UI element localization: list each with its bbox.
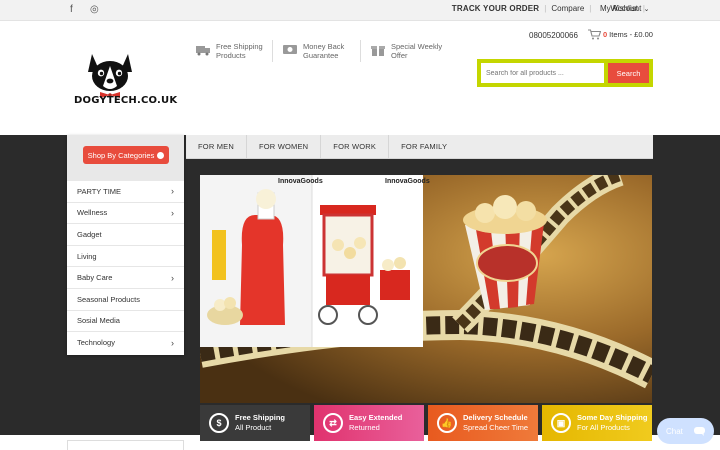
strip-free-shipping[interactable]: $ Free Shipping All Product bbox=[200, 405, 310, 441]
top-bar: f ◎ TRACK YOUR ORDER | Compare | Wishlis… bbox=[0, 0, 720, 21]
chevron-right-icon: › bbox=[171, 272, 174, 283]
strip-same-day-shipping[interactable]: ▣ Some Day Shipping For All Products bbox=[542, 405, 652, 441]
divider bbox=[272, 40, 273, 62]
strip-subtitle: Spread Cheer Time bbox=[463, 423, 529, 432]
toggle-icon bbox=[157, 151, 165, 159]
sidebar-item-technology[interactable]: Technology › bbox=[67, 332, 184, 354]
divider: | bbox=[544, 4, 547, 13]
brand-label: InnovaGoods bbox=[278, 178, 323, 185]
shop-by-categories-label: Shop By Categories bbox=[87, 150, 155, 160]
sidebar-item-label: Wellness bbox=[77, 208, 108, 218]
phone-number[interactable]: 08005200066 bbox=[529, 31, 578, 40]
promo-image: InnovaGoods InnovaGoods bbox=[200, 175, 430, 347]
brand-label: InnovaGoods bbox=[385, 178, 430, 185]
sidebar-item-living[interactable]: Living bbox=[67, 246, 184, 268]
chevron-right-icon: › bbox=[171, 337, 174, 348]
feature-weekly-offer: Special Weekly Offer bbox=[371, 42, 442, 60]
feature-line: Offer bbox=[391, 51, 408, 60]
nav-for-work[interactable]: FOR WORK bbox=[321, 134, 390, 159]
nav-for-women[interactable]: FOR WOMEN bbox=[247, 134, 322, 159]
strip-title: Free Shipping bbox=[235, 413, 286, 422]
sidebar-item-gadget[interactable]: Gadget bbox=[67, 224, 184, 246]
sidebar-item-label: Gadget bbox=[77, 229, 102, 239]
feature-money-back: Money Back Guarantee bbox=[283, 42, 344, 60]
chat-label: Chat bbox=[666, 426, 683, 436]
strip-delivery-schedule[interactable]: 👍 Delivery Schedule Spread Cheer Time bbox=[428, 405, 538, 441]
cart-icon bbox=[588, 29, 601, 40]
divider bbox=[360, 40, 361, 62]
cart-summary: Items - £0.00 bbox=[609, 30, 653, 39]
gift-icon bbox=[371, 46, 385, 56]
my-account-menu[interactable]: My Account ⌄ bbox=[600, 4, 649, 13]
divider: | bbox=[589, 4, 592, 13]
strip-title: Delivery Schedule bbox=[463, 413, 528, 422]
sidebar-item-label: Sosial Media bbox=[77, 316, 120, 326]
strip-subtitle: All Product bbox=[235, 423, 272, 432]
hero-banner[interactable]: InnovaGoods InnovaGoods bbox=[200, 175, 652, 403]
feature-line: Products bbox=[216, 51, 246, 60]
category-sidebar: Shop By Categories PARTY TIME › Wellness ›… bbox=[67, 135, 184, 355]
strip-easy-extended[interactable]: ⇄ Easy Extended Returned bbox=[314, 405, 424, 441]
instagram-icon[interactable]: ◎ bbox=[90, 4, 99, 15]
sidebar-item-baby-care[interactable]: Baby Care › bbox=[67, 267, 184, 289]
return-icon: ⇄ bbox=[323, 413, 343, 433]
chevron-right-icon: › bbox=[171, 207, 174, 218]
chevron-down-icon: ⌄ bbox=[643, 6, 650, 13]
nav-for-men[interactable]: FOR MEN bbox=[186, 134, 247, 159]
sidebar-header: Shop By Categories bbox=[67, 135, 184, 181]
brand-name[interactable]: DOGYTECH.CO.UK bbox=[74, 95, 177, 106]
popcorn-machines-image bbox=[200, 175, 423, 347]
feature-line: Special Weekly bbox=[391, 42, 443, 51]
truck-icon bbox=[196, 46, 210, 56]
search-bar: Search bbox=[477, 59, 653, 87]
shop-by-categories-button[interactable]: Shop By Categories bbox=[83, 146, 169, 164]
mini-cart[interactable]: 0 Items - £0.00 bbox=[588, 29, 653, 40]
gift-icon: ▣ bbox=[551, 413, 571, 433]
feature-free-shipping: Free Shipping Products bbox=[196, 42, 263, 60]
my-account-label: My Account bbox=[600, 4, 642, 13]
chat-button[interactable]: Chat bbox=[657, 418, 714, 444]
money-icon bbox=[283, 45, 297, 54]
feature-line: Guarantee bbox=[303, 51, 339, 60]
thumbs-up-icon: 👍 bbox=[437, 413, 457, 433]
cart-count: 0 bbox=[603, 30, 608, 39]
nav-for-family[interactable]: FOR FAMILY bbox=[389, 135, 459, 159]
sidebar-item-label: Technology bbox=[77, 338, 115, 348]
sidebar-item-label: Living bbox=[77, 251, 97, 261]
sidebar-item-label: Seasonal Products bbox=[77, 294, 140, 304]
strip-title: Some Day Shipping bbox=[577, 413, 648, 422]
sidebar-item-wellness[interactable]: Wellness › bbox=[67, 203, 184, 225]
feature-line: Money Back bbox=[303, 42, 345, 51]
chat-bubble-icon bbox=[694, 426, 705, 436]
sidebar-item-label: PARTY TIME bbox=[77, 186, 122, 196]
strip-title: Easy Extended bbox=[349, 413, 403, 422]
sidebar-item-party-time[interactable]: PARTY TIME › bbox=[67, 181, 184, 203]
sidebar-item-label: Baby Care bbox=[77, 273, 113, 283]
facebook-icon[interactable]: f bbox=[70, 4, 73, 15]
search-input[interactable] bbox=[481, 63, 604, 83]
track-order-link[interactable]: TRACK YOUR ORDER bbox=[452, 4, 540, 13]
chevron-right-icon: › bbox=[171, 186, 174, 197]
main-nav: FOR MEN FOR WOMEN FOR WORK FOR FAMILY bbox=[186, 134, 653, 159]
strip-subtitle: Returned bbox=[349, 423, 380, 432]
compare-link[interactable]: Compare bbox=[551, 4, 584, 13]
sidebar-item-seasonal-products[interactable]: Seasonal Products bbox=[67, 289, 184, 311]
feature-line: Free Shipping bbox=[216, 42, 263, 51]
sidebar-item-sosial-media[interactable]: Sosial Media bbox=[67, 311, 184, 333]
sidebar-widget bbox=[67, 440, 184, 450]
dollar-icon: $ bbox=[209, 413, 229, 433]
strip-subtitle: For All Products bbox=[577, 423, 630, 432]
search-button[interactable]: Search bbox=[608, 63, 649, 83]
